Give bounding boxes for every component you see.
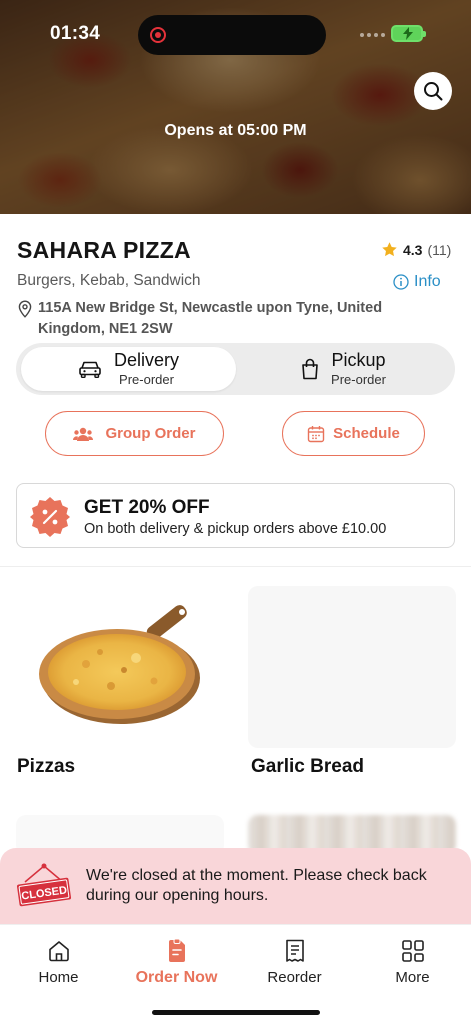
discount-badge-icon	[30, 497, 70, 537]
nav-order-now-label: Order Now	[135, 969, 218, 986]
store-cuisines: Burgers, Kebab, Sandwich	[17, 272, 201, 289]
closed-message: We're closed at the moment. Please check…	[86, 867, 427, 904]
hero-banner: 01:34 Opens at 05:00 PM	[0, 0, 471, 214]
closed-sign-icon: CLOSED	[16, 863, 72, 907]
home-indicator[interactable]	[152, 1010, 320, 1015]
signal-icon	[360, 33, 385, 37]
nav-reorder[interactable]: Reorder	[236, 939, 353, 986]
section-divider	[0, 566, 471, 567]
nav-more[interactable]: More	[354, 939, 471, 986]
opening-time-text: Opens at 05:00 PM	[164, 122, 307, 139]
group-order-label: Group Order	[105, 425, 196, 442]
order-icon	[168, 939, 185, 962]
status-time: 01:34	[50, 23, 101, 44]
category-label-garlic-bread[interactable]: Garlic Bread	[251, 756, 364, 778]
schedule-button[interactable]: Schedule	[282, 411, 425, 456]
delivery-sublabel: Pre-order	[119, 371, 174, 387]
info-icon	[393, 274, 409, 290]
home-icon	[48, 941, 69, 962]
location-pin-icon	[18, 300, 32, 318]
address-text: 115A New Bridge St, Newcastle upon Tyne,…	[38, 300, 383, 337]
promo-card[interactable]: GET 20% OFF On both delivery & pickup or…	[16, 483, 455, 548]
dynamic-island	[138, 15, 326, 55]
store-name: SAHARA PIZZA	[17, 237, 191, 263]
rating-count: (11)	[427, 241, 452, 258]
calendar-icon	[307, 425, 325, 442]
receipt-icon	[285, 939, 304, 962]
nav-reorder-label: Reorder	[267, 969, 322, 986]
nav-home-label: Home	[38, 969, 79, 986]
category-label-pizzas[interactable]: Pizzas	[17, 756, 75, 778]
nav-order-now[interactable]: Order Now	[118, 939, 235, 987]
nav-more-label: More	[395, 969, 430, 986]
info-label: Info	[414, 273, 441, 290]
car-icon	[79, 361, 101, 378]
delivery-option[interactable]: Delivery Pre-order	[21, 347, 236, 391]
rating-value: 4.3	[403, 241, 423, 258]
promo-title: GET 20% OFF	[84, 497, 210, 518]
battery-charging-icon	[391, 25, 426, 42]
pickup-sublabel: Pre-order	[331, 371, 386, 387]
bottom-navigation: Home Order Now Reorder More	[0, 924, 471, 1024]
group-icon	[73, 427, 94, 441]
pickup-label: Pickup	[331, 349, 386, 370]
info-link[interactable]: Info	[393, 273, 441, 291]
group-order-button[interactable]: Group Order	[45, 411, 224, 456]
category-image-pizzas[interactable]	[16, 586, 224, 748]
schedule-label: Schedule	[333, 425, 400, 442]
shopping-bag-icon	[302, 358, 318, 380]
delivery-label: Delivery	[113, 349, 179, 370]
star-icon	[382, 242, 397, 257]
closed-banner: CLOSED We're closed at the moment. Pleas…	[0, 848, 471, 924]
pickup-option[interactable]: Pickup Pre-order	[236, 347, 451, 391]
promo-subtitle: On both delivery & pickup orders above £…	[84, 521, 387, 537]
store-address: 115A New Bridge St, Newcastle upon Tyne,…	[17, 298, 397, 340]
search-button[interactable]	[414, 72, 452, 110]
grid-icon	[401, 940, 424, 962]
store-rating: 4.3 (11)	[381, 241, 451, 258]
nav-home[interactable]: Home	[0, 939, 117, 986]
pizza-image	[39, 605, 200, 724]
order-type-toggle: Delivery Pre-order Pickup Pre-order	[16, 343, 455, 395]
category-image-garlic-bread[interactable]	[248, 586, 456, 748]
search-icon	[424, 82, 443, 101]
recording-icon	[150, 27, 166, 43]
